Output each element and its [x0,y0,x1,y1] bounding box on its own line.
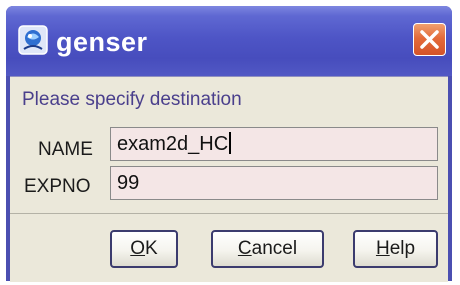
help-mnemonic: H [375,238,390,259]
close-button[interactable] [413,23,446,56]
ok-mnemonic: O [130,238,146,259]
name-field[interactable]: exam2d_HC [110,127,438,161]
help-label-rest: elp [389,238,416,259]
cancel-button[interactable]: Cancel [211,230,324,268]
name-label: NAME [38,139,93,160]
help-button[interactable]: Help [353,230,438,268]
button-divider [10,213,448,214]
genser-dialog-window: genser Please specify destination NAME e… [6,6,452,282]
cancel-mnemonic: C [237,238,252,259]
window-title: genser [56,27,148,57]
ok-label-rest: K [145,238,158,259]
title-bar[interactable]: genser [6,6,452,76]
expno-label: EXPNO [24,176,91,197]
name-field-value: exam2d_HC [117,133,229,155]
expno-field-value: 99 [117,172,140,194]
cancel-label-rest: ancel [251,238,298,259]
expno-field[interactable]: 99 [110,166,438,200]
text-caret [229,132,232,154]
close-icon [420,30,439,49]
dialog-content: Please specify destination NAME exam2d_H… [10,76,448,282]
prompt-text: Please specify destination [22,89,242,110]
genser-app-icon [18,25,48,55]
ok-button[interactable]: OK [110,230,178,268]
